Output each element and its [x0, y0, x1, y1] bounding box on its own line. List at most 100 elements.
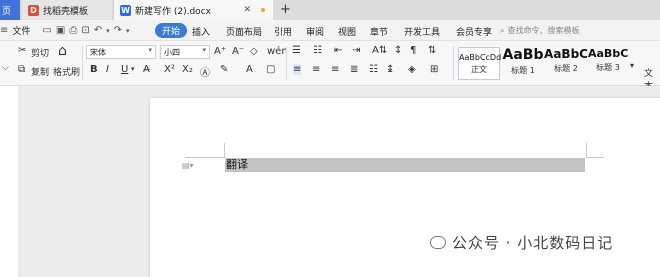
subscript-icon[interactable]: X₂	[182, 64, 193, 75]
font-color-icon[interactable]: A	[246, 64, 253, 75]
new-tab-button[interactable]: +	[280, 2, 291, 17]
document-text[interactable]: 翻译	[226, 158, 248, 172]
save-icon[interactable]: ▣	[56, 25, 65, 36]
paste-dropdown-icon[interactable]: ⌵	[2, 63, 9, 73]
phonetic-icon[interactable]: wén	[267, 46, 288, 57]
divider	[286, 46, 287, 80]
char-border-icon[interactable]: ▢	[266, 64, 275, 75]
menu-view[interactable]: 视图	[338, 25, 356, 38]
font-name-select[interactable]: 宋体 ▾	[86, 45, 156, 59]
undo-icon[interactable]: ↶	[94, 25, 102, 36]
unsaved-dot-icon	[261, 8, 265, 12]
text-selection	[225, 158, 585, 172]
styles-expand-icon[interactable]: ▾	[630, 61, 634, 70]
menu-home[interactable]: 开始	[155, 23, 188, 38]
paragraph-handle-icon[interactable]: ▤▾	[182, 161, 194, 170]
left-panel	[0, 86, 18, 277]
line-spacing-icon[interactable]: ↨	[386, 64, 394, 75]
copy-icon[interactable]: ⧉	[18, 64, 25, 75]
margin-marker	[185, 157, 225, 158]
close-icon[interactable]: ✕	[243, 5, 251, 15]
style-normal[interactable]: AaBbCcDd 正文	[458, 47, 502, 80]
tab-document[interactable]: W 新建写作 (2).docx ✕	[113, 0, 273, 20]
redo-icon[interactable]: ↷	[114, 25, 122, 36]
text-effect-icon[interactable]: Ⓐ	[200, 64, 210, 79]
style-preview: AaBbC	[588, 47, 628, 60]
undo-dropdown-icon[interactable]: ▾	[106, 27, 110, 35]
font-size-select[interactable]: 小四 ▾	[160, 45, 210, 59]
superscript-icon[interactable]: X²	[164, 64, 175, 75]
strikethrough-icon[interactable]: A̶	[143, 64, 150, 75]
chevron-down-icon[interactable]: ▾	[131, 65, 135, 73]
divider	[453, 46, 454, 80]
scissors-icon[interactable]: ✂	[18, 45, 26, 56]
menu-bar: ≡ 文件 ▭ ▣ ⎙ ⊡ ↶ ▾ ↷ ▾ 开始 插入 页面布局 引用 审阅 视图…	[0, 20, 660, 41]
tab-home[interactable]: 页	[0, 0, 20, 20]
font-name-value: 宋体	[90, 48, 106, 57]
chinese-layout-icon[interactable]: A⇅	[372, 45, 387, 56]
ribbon-home: ⌵ ✂ 剪切 ⧉ 复制 ⌂ 格式刷 宋体 ▾ 小四 ▾ A⁺ A⁻ ◇ wén …	[0, 41, 660, 92]
align-center-icon[interactable]: ≡	[312, 64, 320, 75]
format-painter-button[interactable]: 格式刷	[53, 65, 80, 78]
style-preview: AaBbCcDd	[459, 53, 502, 62]
brush-icon[interactable]: ⌂	[58, 43, 67, 59]
increase-indent-icon[interactable]: ⇥	[352, 45, 360, 56]
sort-icon[interactable]: ↕	[394, 45, 402, 56]
tab-template[interactable]: D 找稻壳模板	[22, 0, 112, 20]
print-icon[interactable]: ⎙	[69, 25, 77, 36]
redo-dropdown-icon[interactable]: ▾	[126, 27, 130, 35]
numbered-list-icon[interactable]: ☷	[313, 45, 322, 56]
style-label: 正文	[471, 65, 487, 74]
chevron-down-icon: ▾	[202, 46, 206, 54]
open-icon[interactable]: ▭	[42, 25, 51, 36]
align-right-icon[interactable]: ≡	[331, 64, 339, 75]
distribute-icon[interactable]: ☷	[369, 64, 378, 75]
menu-insert[interactable]: 插入	[192, 25, 210, 38]
menu-references[interactable]: 引用	[274, 25, 292, 38]
command-search[interactable]: ⌕ 查找命令、搜索模板	[500, 25, 579, 36]
justify-icon[interactable]: ≣	[350, 64, 358, 75]
decrease-indent-icon[interactable]: ⇤	[334, 45, 342, 56]
menu-icon[interactable]: ≡	[0, 25, 8, 36]
quick-access: ≡ 文件 ▭ ▣ ⎙ ⊡ ↶ ▾ ↷ ▾	[0, 24, 130, 37]
shading-icon[interactable]: ◈	[408, 64, 416, 75]
menu-developer[interactable]: 开发工具	[404, 25, 440, 38]
menu-member[interactable]: 会员专享	[456, 25, 492, 38]
style-preview: AaBbC	[544, 47, 588, 61]
watermark-text: 公众号 · 小北数码日记	[452, 234, 614, 252]
borders-icon[interactable]: ⊞	[430, 64, 438, 75]
style-heading-3[interactable]: AaBbC 标题 3	[588, 47, 628, 80]
style-heading-1[interactable]: AaBb 标题 1	[502, 47, 544, 80]
divider	[82, 46, 83, 80]
menu-review[interactable]: 审阅	[306, 25, 324, 38]
menu-chapter[interactable]: 章节	[370, 25, 388, 38]
style-label: 标题 1	[511, 66, 535, 75]
tab-home-label: 页	[2, 6, 12, 17]
menu-file[interactable]: 文件	[12, 24, 30, 37]
cut-button[interactable]: 剪切	[31, 46, 49, 59]
search-placeholder: 查找命令、搜索模板	[507, 26, 580, 35]
show-marks-icon[interactable]: ¶	[410, 45, 416, 56]
align-left-icon[interactable]: ≡	[293, 64, 302, 75]
bullet-list-icon[interactable]: ☰	[292, 45, 301, 56]
margin-marker	[586, 143, 587, 158]
preview-icon[interactable]: ⊡	[81, 25, 89, 36]
watermark: 公众号 · 小北数码日记	[430, 232, 613, 253]
writer-icon: W	[120, 4, 131, 16]
tab-template-label: 找稻壳模板	[43, 6, 89, 17]
italic-button[interactable]: I	[106, 64, 109, 75]
style-heading-2[interactable]: AaBbC 标题 2	[544, 47, 588, 80]
grow-font-icon[interactable]: A⁺	[214, 46, 226, 57]
style-label: 标题 3	[596, 63, 620, 72]
wechat-icon	[430, 236, 446, 249]
style-preview: AaBb	[502, 47, 544, 63]
shrink-font-icon[interactable]: A⁻	[232, 46, 244, 57]
sort-asc-icon[interactable]: ⇅	[428, 45, 436, 56]
clear-format-icon[interactable]: ◇	[250, 46, 258, 57]
underline-button[interactable]: U	[121, 64, 128, 75]
highlight-icon[interactable]: ✎	[220, 64, 228, 75]
menu-page-layout[interactable]: 页面布局	[226, 25, 262, 38]
copy-button[interactable]: 复制	[31, 65, 49, 78]
bold-button[interactable]: B	[90, 64, 98, 75]
tab-bar: 页 D 找稻壳模板 W 新建写作 (2).docx ✕ +	[0, 0, 660, 20]
